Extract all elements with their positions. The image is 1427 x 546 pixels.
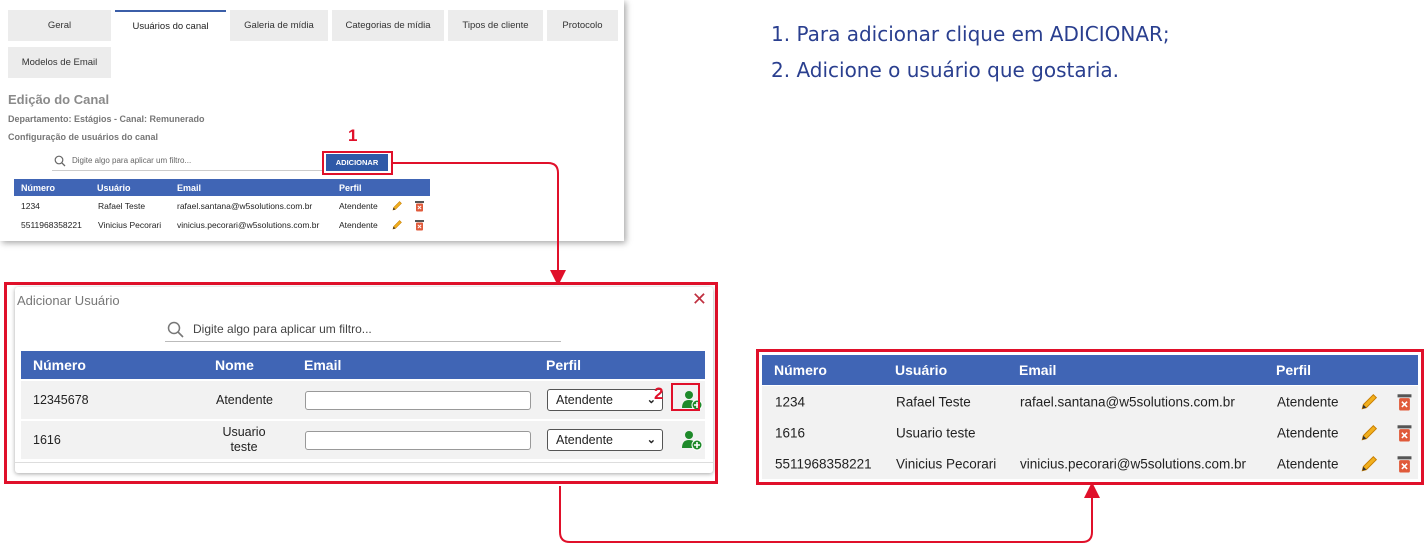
cell-numero: 1234 (775, 394, 806, 409)
search-icon (167, 321, 184, 338)
cell-numero: 5511968358221 (775, 456, 872, 471)
add-user-panel: Adicionar Usuário ✕ Digite algo para apl… (4, 282, 718, 484)
cell-email: vinicius.pecorari@w5solutions.com.br (1020, 456, 1247, 471)
step-label-2: 2 (654, 384, 664, 403)
add-user-highlight (671, 383, 700, 411)
edit-icon[interactable] (1359, 423, 1379, 443)
add-user-icon[interactable] (681, 429, 703, 451)
table-row: 1616 Usuario teste Atendente (762, 417, 1418, 448)
col-perfil[interactable]: Perfil (1276, 362, 1311, 378)
cell-numero: 1616 (33, 433, 61, 447)
cell-usuario: Usuario teste (896, 425, 976, 440)
instruction-step-1: 1. Para adicionar clique em ADICIONAR; (771, 22, 1170, 46)
cell-numero: 1616 (775, 425, 806, 440)
email-field[interactable] (305, 431, 531, 450)
table-row: 5511968358221 Vinicius Pecorari vinicius… (762, 448, 1418, 479)
perfil-select[interactable]: Atendente ⌄ (547, 429, 663, 451)
cell-usuario: Vinicius Pecorari (896, 456, 997, 471)
edit-icon[interactable] (1359, 454, 1379, 474)
perfil-select-value: Atendente (556, 393, 613, 407)
perfil-select[interactable]: Atendente ⌄ (547, 389, 663, 411)
col-email[interactable]: Email (1019, 362, 1056, 378)
col-nome[interactable]: Nome (215, 357, 254, 373)
cell-email: rafael.santana@w5solutions.com.br (1020, 394, 1235, 409)
edit-icon[interactable] (1359, 392, 1379, 412)
cell-usuario: Rafael Teste (896, 394, 971, 409)
col-perfil[interactable]: Perfil (546, 357, 581, 373)
close-icon[interactable]: ✕ (692, 289, 707, 310)
modal-table-header: Número Nome Email Perfil (21, 351, 705, 379)
delete-icon[interactable] (1396, 454, 1413, 474)
table-row: 1616 Usuario teste Atendente ⌄ (21, 421, 705, 459)
cell-perfil: Atendente (1277, 456, 1339, 471)
cell-perfil: Atendente (1277, 425, 1339, 440)
modal-title: Adicionar Usuário (17, 293, 120, 308)
delete-icon[interactable] (1396, 423, 1413, 443)
col-usuario[interactable]: Usuário (895, 362, 947, 378)
col-email[interactable]: Email (304, 357, 341, 373)
cell-nome: Atendente (216, 393, 273, 407)
col-numero[interactable]: Número (774, 362, 827, 378)
result-table-panel: Número Usuário Email Perfil 1234 Rafael … (756, 349, 1424, 485)
email-field[interactable] (305, 391, 531, 410)
col-numero[interactable]: Número (33, 357, 86, 373)
instruction-step-2: 2. Adicione o usuário que gostaria. (771, 58, 1120, 82)
delete-icon[interactable] (1396, 392, 1413, 412)
add-user-modal: Adicionar Usuário ✕ Digite algo para apl… (15, 287, 713, 473)
modal-footer (15, 462, 713, 473)
cell-nome: Usuario teste (222, 425, 266, 454)
chevron-down-icon: ⌄ (646, 434, 656, 446)
table-row: 1234 Rafael Teste rafael.santana@w5solut… (762, 386, 1418, 417)
cell-numero: 12345678 (33, 393, 89, 407)
result-table-header: Número Usuário Email Perfil (762, 355, 1418, 385)
cell-perfil: Atendente (1277, 394, 1339, 409)
perfil-select-value: Atendente (556, 433, 613, 447)
modal-search-field[interactable]: Digite algo para aplicar um filtro... (165, 317, 561, 342)
search-placeholder: Digite algo para aplicar um filtro... (193, 322, 372, 336)
table-row: 12345678 Atendente Atendente ⌄ (21, 381, 705, 419)
